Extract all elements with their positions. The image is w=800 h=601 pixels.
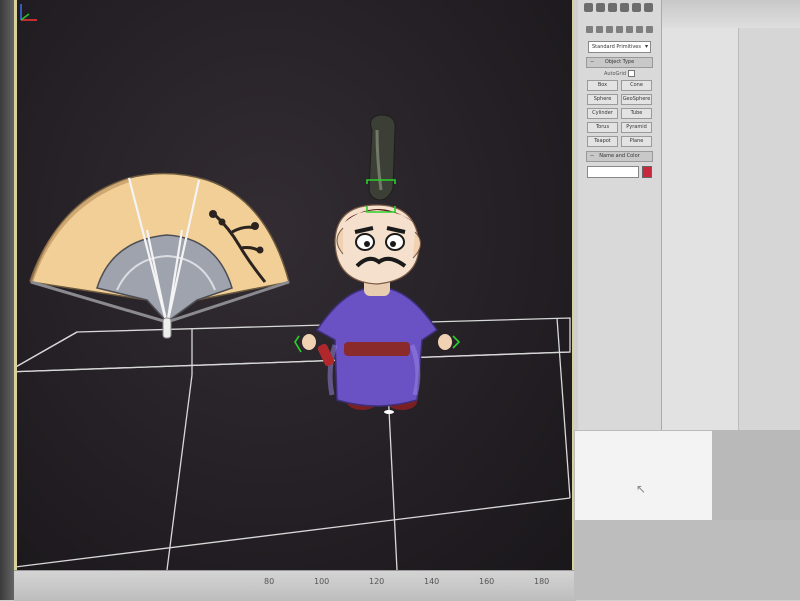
- primitive-buttons: Box Cone Sphere GeoSphere Cylinder Tube …: [587, 80, 652, 147]
- teapot-button[interactable]: Teapot: [587, 136, 618, 147]
- ruler-tick: 100: [314, 577, 330, 586]
- plane-button[interactable]: Plane: [621, 136, 652, 147]
- right-panel-column: [738, 0, 800, 430]
- checkbox-icon[interactable]: [628, 70, 636, 77]
- lights-icon[interactable]: [606, 25, 613, 33]
- object-color-swatch[interactable]: [642, 166, 652, 178]
- cameras-icon[interactable]: [616, 25, 623, 33]
- geosphere-button[interactable]: GeoSphere: [621, 94, 652, 105]
- display-tab-icon[interactable]: [632, 3, 641, 12]
- desktop-background-lower: [574, 520, 800, 600]
- primitive-type-dropdown[interactable]: Standard Primitives: [588, 41, 651, 53]
- perspective-viewport[interactable]: [14, 0, 574, 570]
- autogrid-label: AutoGrid: [603, 71, 627, 77]
- command-panel-tabs: [578, 0, 661, 20]
- torus-button[interactable]: Torus: [587, 122, 618, 133]
- ruler-tick: 160: [479, 577, 495, 586]
- pyramid-button[interactable]: Pyramid: [621, 122, 652, 133]
- object-name-input[interactable]: [587, 166, 639, 178]
- hierarchy-tab-icon[interactable]: [608, 3, 617, 12]
- right-toolbar-strip: [662, 0, 800, 28]
- name-and-color-rollout[interactable]: Name and Color: [586, 151, 653, 162]
- systems-icon[interactable]: [646, 25, 653, 33]
- tube-button[interactable]: Tube: [621, 108, 652, 119]
- sphere-button[interactable]: Sphere: [587, 94, 618, 105]
- desktop-background: [712, 430, 800, 520]
- viewport-scene: [17, 114, 571, 570]
- mouse-cursor-icon: ↖: [636, 482, 647, 496]
- name-color-row: [587, 166, 652, 178]
- command-panel: Standard Primitives Object Type AutoGrid…: [578, 0, 662, 430]
- axis-tripod-icon: [20, 4, 37, 21]
- box-button[interactable]: Box: [587, 80, 618, 91]
- cone-button[interactable]: Cone: [621, 80, 652, 91]
- timeline-ruler[interactable]: 80 100 120 140 160 180: [14, 570, 576, 601]
- object-type-rollout[interactable]: Object Type: [586, 57, 653, 68]
- ground-grid: [17, 317, 571, 570]
- create-tab-icon[interactable]: [584, 3, 593, 12]
- helpers-icon[interactable]: [626, 25, 633, 33]
- geometry-icon[interactable]: [586, 25, 593, 33]
- cylinder-button[interactable]: Cylinder: [587, 108, 618, 119]
- fan-handle: [162, 317, 172, 339]
- ruler-tick: 180: [534, 577, 550, 586]
- spacewarps-icon[interactable]: [636, 25, 643, 33]
- folding-fan-model[interactable]: [29, 172, 290, 339]
- ruler-tick: 140: [424, 577, 440, 586]
- samurai-character-model[interactable]: [302, 114, 452, 414]
- motion-tab-icon[interactable]: [620, 3, 629, 12]
- ruler-tick: 120: [369, 577, 385, 586]
- blank-dialog-window[interactable]: [574, 430, 714, 522]
- shapes-icon[interactable]: [596, 25, 603, 33]
- autogrid-checkbox[interactable]: AutoGrid: [590, 70, 649, 78]
- ruler-tick: 80: [264, 577, 275, 586]
- utilities-tab-icon[interactable]: [644, 3, 653, 12]
- category-icons: [578, 20, 661, 38]
- modify-tab-icon[interactable]: [596, 3, 605, 12]
